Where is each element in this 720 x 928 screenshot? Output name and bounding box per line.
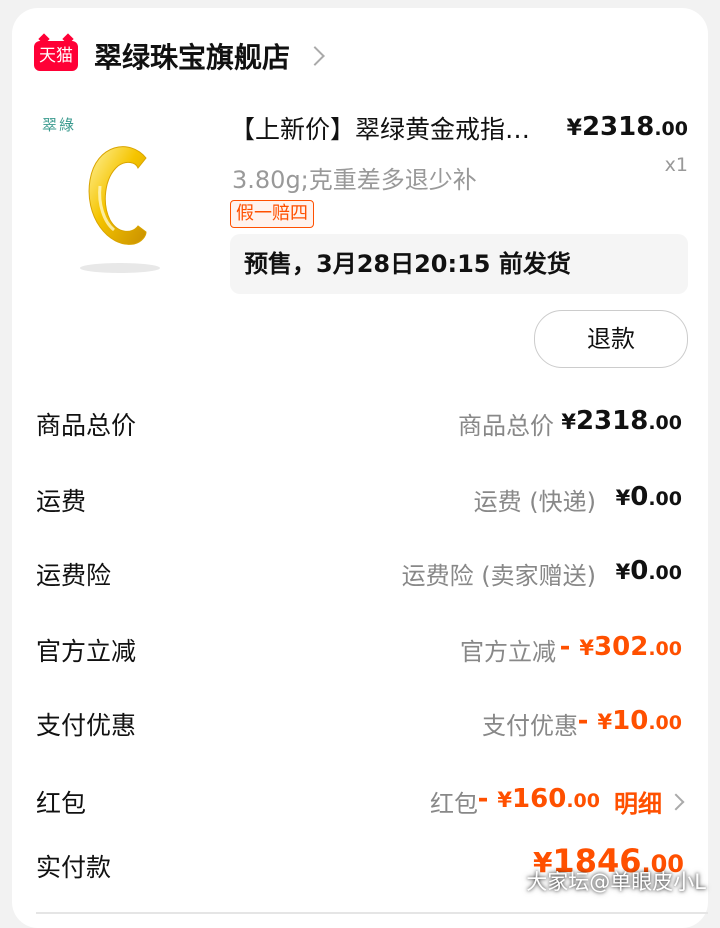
- fee-row-red-packet[interactable]: 红包 红包 - ¥160.00 明细: [12, 770, 708, 830]
- chevron-right-icon: [667, 793, 685, 811]
- product-price: ¥2318.00: [566, 112, 688, 142]
- order-card: 天猫 翠绿珠宝旗舰店 翠綠 【上新价】翠绿黄金戒指… ¥2318.00 x1 3…: [12, 8, 708, 928]
- fee-row-subtotal: 商品总价 商品总价 ¥2318.00: [12, 392, 708, 452]
- shop-name[interactable]: 翠绿珠宝旗舰店: [94, 36, 290, 76]
- presale-notice: 预售，3月28日20:15 前发货: [230, 234, 688, 294]
- paid-label: 实付款: [36, 853, 112, 882]
- tmall-logo: 天猫: [34, 41, 78, 71]
- fee-amount: - ¥10.00: [577, 706, 682, 736]
- fee-amount: ¥0.00: [615, 556, 682, 586]
- fee-row-shipping-insurance: 运费险 运费险 (卖家赠送) ¥0.00: [12, 542, 708, 602]
- fee-label: 红包: [36, 789, 87, 818]
- fee-desc: 支付优惠: [482, 712, 578, 740]
- product-image-brand: 翠綠: [42, 116, 77, 134]
- product-sku: 3.80g;克重差多退少补: [232, 166, 477, 194]
- fee-desc: 红包: [430, 790, 478, 818]
- fee-amount: - ¥160.00: [477, 784, 600, 814]
- fee-label: 运费险: [36, 561, 112, 590]
- red-packet-detail-link[interactable]: 明细: [614, 784, 685, 819]
- fee-label: 支付优惠: [36, 711, 137, 740]
- fee-row-payment-discount: 支付优惠 支付优惠 - ¥10.00: [12, 692, 708, 752]
- product-image[interactable]: 翠綠: [34, 108, 204, 278]
- fee-amount: - ¥302.00: [559, 632, 682, 662]
- watermark: 大家坛@单眼皮小L: [526, 870, 706, 894]
- fee-label: 运费: [36, 487, 87, 516]
- fee-row-official-discount: 官方立减 官方立减 - ¥302.00: [12, 618, 708, 678]
- fee-label: 商品总价: [36, 411, 137, 440]
- product-quantity: x1: [664, 154, 688, 176]
- fee-desc: 商品总价: [458, 412, 554, 440]
- fee-row-shipping: 运费 运费 (快递) ¥0.00: [12, 468, 708, 528]
- fee-amount: ¥0.00: [615, 482, 682, 512]
- product-title[interactable]: 【上新价】翠绿黄金戒指…: [230, 110, 560, 146]
- fee-amount: ¥2318.00: [561, 406, 682, 436]
- fee-desc: 运费险 (卖家赠送): [401, 562, 596, 590]
- fee-desc: 官方立减: [460, 638, 556, 666]
- shop-header[interactable]: 天猫 翠绿珠宝旗舰店: [34, 34, 325, 78]
- refund-button[interactable]: 退款: [534, 310, 688, 368]
- chevron-right-icon[interactable]: [305, 46, 325, 66]
- divider: [36, 912, 708, 914]
- guarantee-badge: 假一赔四: [230, 200, 314, 228]
- fee-desc: 运费 (快递): [473, 488, 596, 516]
- fee-label: 官方立减: [36, 637, 137, 666]
